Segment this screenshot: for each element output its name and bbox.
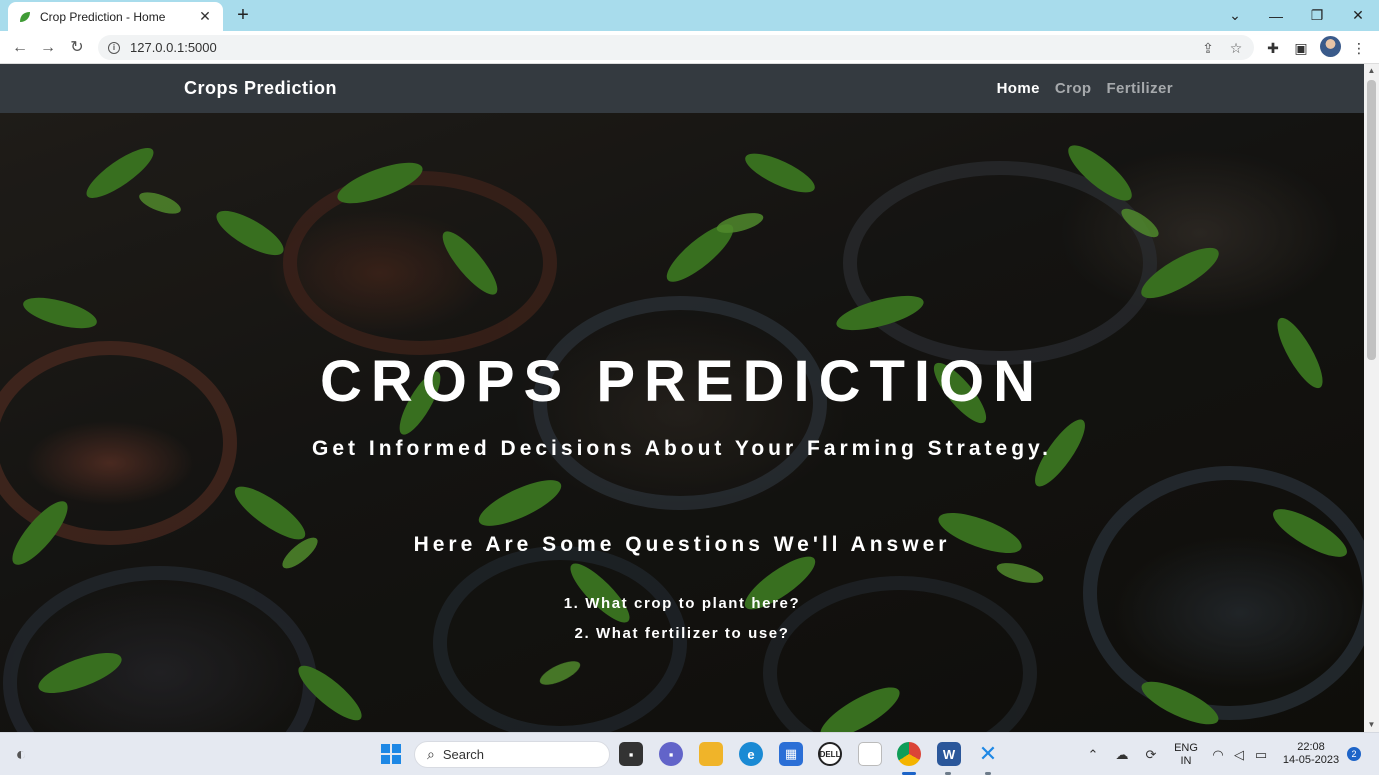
question-item-1: 1. What crop to plant here?	[563, 595, 801, 612]
task-view-icon[interactable]: ▪	[619, 742, 643, 766]
tab-search-icon[interactable]: ⌄	[1215, 0, 1255, 31]
share-icon[interactable]: ⇪	[1198, 38, 1218, 58]
bookmark-star-icon[interactable]: ☆	[1226, 38, 1246, 58]
search-icon: ⌕	[427, 746, 435, 762]
sync-icon[interactable]: ⟳	[1142, 746, 1160, 764]
questions-heading: Here Are Some Questions We'll Answer	[413, 533, 951, 556]
language-indicator[interactable]: ENG IN	[1172, 742, 1200, 768]
teams-chat-icon[interactable]: ▪	[659, 742, 683, 766]
tab-close-icon[interactable]: ✕	[197, 8, 213, 25]
dell-icon[interactable]: DELL	[818, 742, 842, 766]
language-code: ENG	[1174, 742, 1198, 754]
notification-badge[interactable]: 2	[1347, 747, 1361, 761]
profile-avatar[interactable]	[1320, 36, 1341, 57]
word-icon[interactable]: W	[937, 742, 961, 766]
address-bar[interactable]: i 127.0.0.1:5000 ⇪ ☆	[98, 35, 1254, 60]
clock-date: 14-05-2023	[1282, 754, 1340, 766]
site-brand[interactable]: Crops Prediction	[184, 78, 337, 99]
battery-icon[interactable]: ▭	[1252, 746, 1270, 764]
new-tab-button[interactable]: +	[232, 4, 254, 26]
taskbar-search-placeholder: Search	[442, 747, 485, 762]
reload-icon[interactable]: ↻	[65, 36, 89, 60]
nav-link-home[interactable]: Home	[997, 80, 1040, 97]
restore-button[interactable]: ❐	[1297, 0, 1337, 31]
back-arrow-icon[interactable]: ←	[8, 36, 32, 60]
scroll-thumb[interactable]	[1367, 80, 1376, 360]
scroll-up-arrow-icon[interactable]: ▲	[1364, 64, 1379, 78]
show-hidden-icons-chevron-icon[interactable]: ⌃	[1084, 746, 1102, 764]
side-panel-icon[interactable]: ▣	[1290, 37, 1312, 59]
menu-kebab-icon[interactable]: ⋮	[1348, 37, 1370, 59]
edge-browser-icon[interactable]: e	[739, 742, 763, 766]
page-scrollbar[interactable]: ▲ ▼	[1364, 64, 1379, 732]
wifi-icon[interactable]: ◠	[1209, 746, 1227, 764]
region-code: IN	[1180, 755, 1192, 767]
url-text[interactable]: 127.0.0.1:5000	[130, 40, 1198, 55]
nav-link-fertilizer[interactable]: Fertilizer	[1106, 80, 1173, 97]
questions-list: 1. What crop to plant here? 2. What fert…	[0, 589, 1364, 649]
taskbar-search-box[interactable]: ⌕ Search	[414, 741, 610, 768]
chrome-icon[interactable]	[897, 742, 921, 766]
hero-section: CROPS PREDICTION Get Informed Decisions …	[0, 113, 1364, 732]
site-navbar: Crops Prediction Home Crop Fertilizer	[0, 64, 1364, 113]
clock[interactable]: 22:08 14-05-2023	[1280, 741, 1342, 767]
web-page: Crops Prediction Home Crop Fertilizer CR…	[0, 64, 1364, 732]
windows-start-icon[interactable]	[379, 742, 403, 766]
clock-time: 22:08	[1297, 741, 1325, 753]
microsoft-store-icon[interactable]: ▦	[779, 742, 803, 766]
extensions-puzzle-icon[interactable]: ✚	[1262, 37, 1284, 59]
leaf-favicon-icon	[20, 11, 30, 22]
windows-logo-icon	[381, 744, 401, 764]
nav-links: Home Crop Fertilizer	[997, 80, 1173, 97]
hero-title: CROPS PREDICTION	[319, 349, 1045, 414]
forward-arrow-icon[interactable]: →	[36, 36, 60, 60]
close-window-button[interactable]: ✕	[1338, 0, 1378, 31]
onedrive-cloud-icon[interactable]: ☁	[1113, 746, 1131, 764]
site-info-icon[interactable]: i	[108, 41, 120, 54]
vscode-icon[interactable]: ✕	[976, 741, 1000, 766]
browser-toolbar: ← → ↻ i 127.0.0.1:5000 ⇪ ☆ ✚ ▣ ⋮	[0, 31, 1379, 64]
nav-link-crop[interactable]: Crop	[1055, 80, 1092, 97]
scroll-down-arrow-icon[interactable]: ▼	[1364, 718, 1379, 732]
widgets-icon[interactable]: ◐	[9, 742, 33, 766]
hero-subtitle: Get Informed Decisions About Your Farmin…	[312, 437, 1052, 460]
speaker-muted-icon[interactable]: ◁	[1230, 746, 1248, 764]
browser-tabbar: Crop Prediction - Home ✕ + ⌄ — ❐ ✕	[0, 0, 1379, 31]
notepad-icon[interactable]	[858, 742, 882, 766]
question-item-2: 2. What fertilizer to use?	[574, 625, 790, 642]
tab-title: Crop Prediction - Home	[40, 9, 166, 24]
file-explorer-icon[interactable]	[699, 742, 723, 766]
minimize-button[interactable]: —	[1256, 0, 1296, 31]
windows-taskbar: ◐ ⌕ Search ▪ ▪ e ▦ DELL W ✕ ⌃ ☁ ⟳ ENG IN…	[0, 732, 1379, 775]
browser-tab-active[interactable]: Crop Prediction - Home ✕	[8, 2, 223, 31]
